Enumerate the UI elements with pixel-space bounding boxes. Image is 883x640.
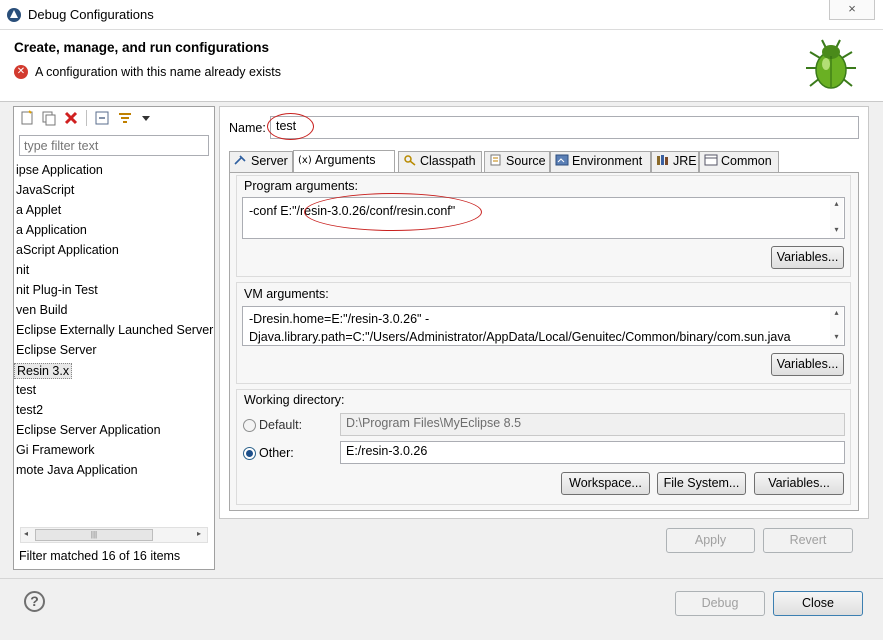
tree-item[interactable]: aScript Application [14, 243, 214, 261]
tab-common[interactable]: Common [699, 151, 779, 172]
tree-item[interactable]: nit [14, 263, 214, 281]
configuration-tree: ipse Application JavaScript a Applet a A… [14, 161, 214, 523]
tree-item-selected[interactable]: Resin 3.x [14, 363, 214, 381]
working-directory-label: Working directory: [244, 393, 345, 407]
environment-icon [555, 154, 569, 166]
chevron-down-icon[interactable] [138, 110, 154, 126]
filter-status: Filter matched 16 of 16 items [19, 549, 181, 563]
file-system-button[interactable]: File System... [657, 472, 746, 495]
scroll-up-arrow-icon[interactable]: ▴ [830, 307, 843, 319]
configuration-tree-panel: ipse Application JavaScript a Applet a A… [13, 106, 215, 570]
tree-horizontal-scrollbar[interactable]: ◂ ||| ▸ [20, 527, 208, 543]
jre-icon [657, 155, 668, 165]
tab-arguments[interactable]: (x) Arguments [293, 150, 395, 172]
dialog-header: Create, manage, and run configurations ✕… [0, 30, 883, 102]
annotation-circle [267, 113, 314, 140]
classpath-icon [404, 155, 416, 166]
tab-environment[interactable]: Environment [550, 151, 651, 172]
name-input[interactable]: test [270, 116, 859, 139]
scroll-down-arrow-icon[interactable]: ▾ [830, 331, 843, 343]
help-icon[interactable]: ? [24, 591, 45, 612]
scroll-right-arrow-icon[interactable]: ▸ [197, 529, 201, 538]
tree-item[interactable]: a Applet [14, 203, 214, 221]
tree-item[interactable]: mote Java Application [14, 463, 214, 481]
tree-item[interactable]: ven Build [14, 303, 214, 321]
other-directory-input[interactable]: E:/resin-3.0.26 [340, 441, 845, 464]
window-title: Debug Configurations [28, 7, 154, 22]
workspace-button[interactable]: Workspace... [561, 472, 650, 495]
default-radio[interactable] [243, 419, 256, 432]
program-arguments-label: Program arguments: [244, 179, 358, 193]
filter-icon[interactable] [117, 110, 133, 126]
scroll-down-arrow-icon[interactable]: ▾ [830, 224, 843, 236]
program-args-scrollbar[interactable]: ▴ ▾ [830, 198, 843, 238]
new-configuration-icon[interactable] [19, 110, 35, 126]
program-variables-button[interactable]: Variables... [771, 246, 844, 269]
vm-variables-button[interactable]: Variables... [771, 353, 844, 376]
common-icon [704, 154, 718, 166]
tree-item[interactable]: ipse Application [14, 163, 214, 181]
error-message: A configuration with this name already e… [35, 65, 281, 79]
vm-arguments-textarea[interactable]: -Dresin.home=E:"/resin-3.0.26" - Djava.l… [242, 306, 845, 346]
working-dir-variables-button[interactable]: Variables... [754, 472, 844, 495]
tree-item[interactable]: Gi Framework [14, 443, 214, 461]
footer-separator [0, 578, 883, 579]
tree-item[interactable]: nit Plug-in Test [14, 283, 214, 301]
other-radio[interactable] [243, 447, 256, 460]
tree-item[interactable]: Eclipse Externally Launched Server [14, 323, 214, 341]
svg-text:(x): (x) [298, 155, 312, 165]
default-label: Default: [259, 418, 303, 432]
vm-args-scrollbar[interactable]: ▴ ▾ [830, 307, 843, 345]
bug-icon [806, 39, 856, 89]
myeclipse-app-icon [7, 8, 21, 22]
tab-classpath[interactable]: Classpath [398, 151, 482, 172]
scroll-left-arrow-icon[interactable]: ◂ [24, 529, 28, 538]
error-icon: ✕ [14, 65, 28, 79]
scrollbar-thumb[interactable]: ||| [35, 529, 153, 541]
arguments-icon: (x) [298, 155, 312, 165]
vm-arguments-line-2: Djava.library.path=C:"/Users/Administrat… [249, 330, 791, 344]
title-bar: Debug Configurations × [0, 0, 883, 30]
tree-item[interactable]: Eclipse Server [14, 343, 214, 361]
tree-item[interactable]: test2 [14, 403, 214, 421]
tree-item[interactable]: test [14, 383, 214, 401]
tab-server[interactable]: Server [229, 151, 293, 172]
tab-source[interactable]: Source [484, 151, 550, 172]
filter-input[interactable] [19, 135, 209, 156]
dialog-title: Create, manage, and run configurations [14, 40, 270, 55]
tree-toolbar [14, 107, 214, 131]
other-label: Other: [259, 446, 294, 460]
revert-button[interactable]: Revert [763, 528, 853, 553]
server-icon [234, 155, 246, 165]
toolbar-separator [86, 110, 87, 126]
scroll-up-arrow-icon[interactable]: ▴ [830, 198, 843, 210]
name-label: Name: [229, 121, 266, 135]
default-directory-field: D:\Program Files\MyEclipse 8.5 [340, 413, 845, 436]
tree-item[interactable]: Eclipse Server Application [14, 423, 214, 441]
tree-item[interactable]: JavaScript [14, 183, 214, 201]
close-button[interactable]: Close [773, 591, 863, 616]
debug-button[interactable]: Debug [675, 591, 765, 616]
vm-arguments-label: VM arguments: [244, 287, 329, 301]
annotation-ellipse [304, 193, 482, 231]
window-close-button[interactable]: × [829, 0, 875, 20]
apply-button[interactable]: Apply [666, 528, 755, 553]
tree-item[interactable]: a Application [14, 223, 214, 241]
duplicate-icon[interactable] [41, 110, 57, 126]
source-icon [490, 154, 501, 166]
vm-arguments-line-1: -Dresin.home=E:"/resin-3.0.26" - [249, 312, 430, 326]
delete-icon[interactable] [63, 110, 79, 126]
tab-jre[interactable]: JRE [651, 151, 699, 172]
collapse-all-icon[interactable] [94, 110, 110, 126]
